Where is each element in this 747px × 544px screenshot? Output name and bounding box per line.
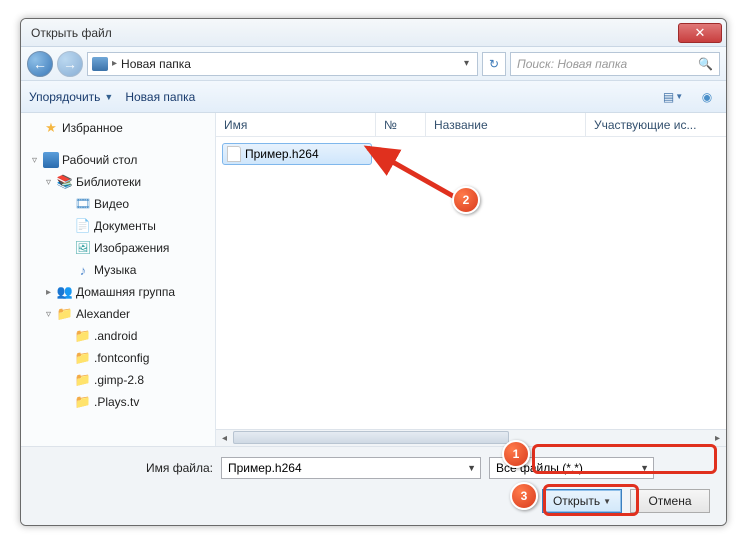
toolbar: Упорядочить ▼ Новая папка ▤▼ ◉ [21,81,726,113]
scroll-track[interactable] [233,430,709,446]
organize-menu[interactable]: Упорядочить ▼ [29,90,113,104]
titlebar[interactable]: Открыть файл ✕ [21,19,726,47]
open-button[interactable]: Открыть ▼ [542,489,622,513]
chevron-down-icon[interactable]: ▼ [467,463,476,473]
step-2-badge: 2 [452,186,480,214]
tree-folder[interactable]: 📁.android [21,325,215,347]
new-folder-button[interactable]: Новая папка [125,90,195,104]
tree-favorites[interactable]: ★Избранное [21,117,215,139]
view-options-button[interactable]: ▤▼ [662,86,684,108]
search-icon: 🔍 [698,57,713,71]
scroll-thumb[interactable] [233,431,509,444]
file-list[interactable]: Пример.h264 [216,137,726,429]
breadcrumb-folder[interactable]: Новая папка [121,57,191,71]
help-button[interactable]: ◉ [696,86,718,108]
tree-folder[interactable]: 📁.gimp-2.8 [21,369,215,391]
split-arrow-icon[interactable]: ▼ [603,497,611,506]
scroll-left-button[interactable]: ◂ [216,430,233,447]
tree-homegroup[interactable]: ▸👥Домашняя группа [21,281,215,303]
col-number[interactable]: № [376,113,426,136]
tree-desktop[interactable]: ▿Рабочий стол [21,149,215,171]
tree-music[interactable]: ♪Музыка [21,259,215,281]
column-headers[interactable]: Имя № Название Участвующие ис... [216,113,726,137]
search-input[interactable]: Поиск: Новая папка 🔍 [510,52,720,76]
window-title: Открыть файл [31,26,678,40]
file-icon [227,146,241,162]
scroll-right-button[interactable]: ▸ [709,430,726,447]
tree-documents[interactable]: 📄Документы [21,215,215,237]
tree-videos[interactable]: 🎞Видео [21,193,215,215]
computer-icon [92,57,108,71]
open-file-dialog: Открыть файл ✕ ← → ▸ Новая папка ▾ ↻ Пои… [20,18,727,526]
step-3-badge: 3 [510,482,538,510]
cancel-button[interactable]: Отмена [630,489,710,513]
breadcrumb-dropdown[interactable]: ▾ [460,58,473,69]
step-1-badge: 1 [502,440,530,468]
chevron-down-icon: ▼ [104,92,113,102]
dialog-footer: Имя файла: Пример.h264 ▼ Все файлы (*.*)… [21,446,726,525]
search-placeholder: Поиск: Новая папка [517,57,627,71]
col-name[interactable]: Имя [216,113,376,136]
back-button[interactable]: ← [27,51,53,77]
folder-tree[interactable]: ★Избранное ▿Рабочий стол ▿📚Библиотеки 🎞В… [21,113,216,446]
col-title[interactable]: Название [426,113,586,136]
close-button[interactable]: ✕ [678,23,722,43]
nav-bar: ← → ▸ Новая папка ▾ ↻ Поиск: Новая папка… [21,47,726,81]
horizontal-scrollbar[interactable]: ◂ ▸ [216,429,726,446]
forward-button[interactable]: → [57,51,83,77]
file-pane: Имя № Название Участвующие ис... Пример.… [216,113,726,446]
col-participants[interactable]: Участвующие ис... [586,113,726,136]
content-area: ★Избранное ▿Рабочий стол ▿📚Библиотеки 🎞В… [21,113,726,446]
tree-folder[interactable]: 📁.Plays.tv [21,391,215,413]
filename-label: Имя файла: [33,461,213,475]
chevron-right-icon[interactable]: ▸ [112,58,117,69]
file-name: Пример.h264 [245,147,319,161]
tree-images[interactable]: 🖼Изображения [21,237,215,259]
breadcrumb-bar[interactable]: ▸ Новая папка ▾ [87,52,478,76]
filename-input[interactable]: Пример.h264 ▼ [221,457,481,479]
tree-libraries[interactable]: ▿📚Библиотеки [21,171,215,193]
file-item-selected[interactable]: Пример.h264 [222,143,372,165]
refresh-button[interactable]: ↻ [482,52,506,76]
chevron-down-icon[interactable]: ▼ [640,463,649,473]
tree-user[interactable]: ▿📁Alexander [21,303,215,325]
tree-folder[interactable]: 📁.fontconfig [21,347,215,369]
